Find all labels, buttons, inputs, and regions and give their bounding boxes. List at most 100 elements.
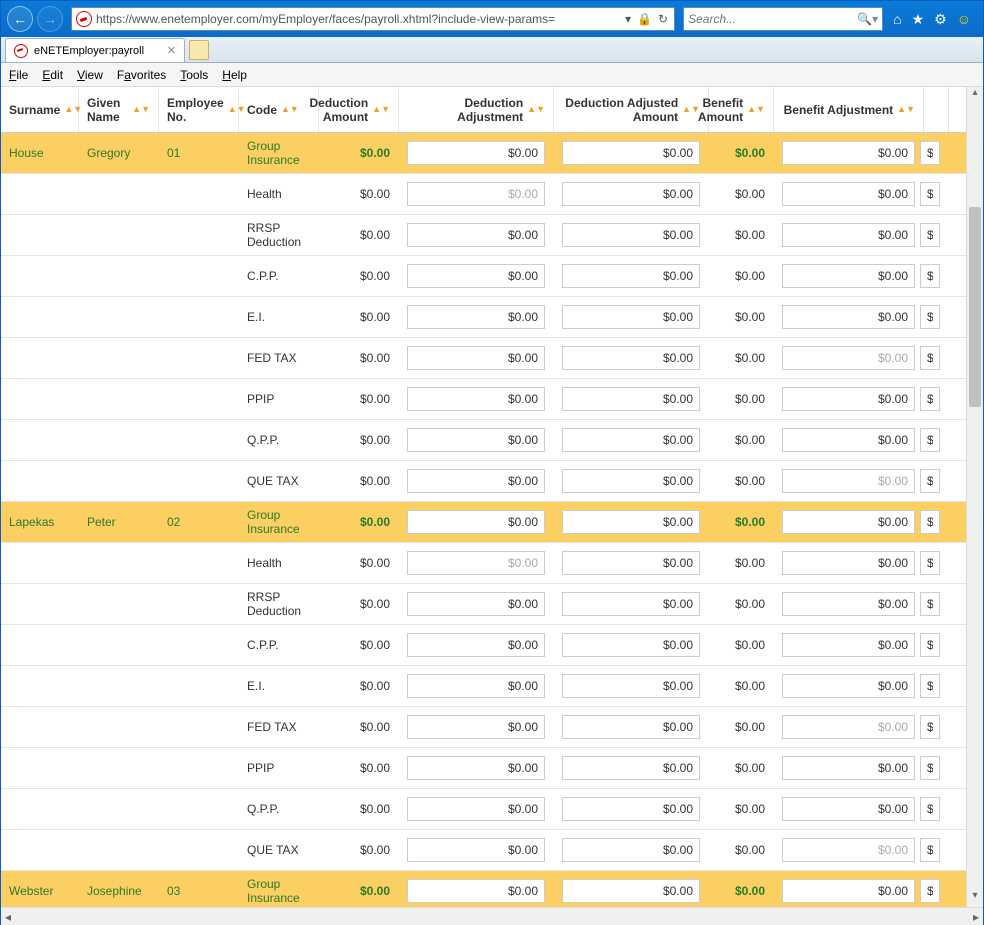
- amount-input[interactable]: [407, 674, 545, 698]
- amount-input[interactable]: [407, 305, 545, 329]
- scroll-up-icon[interactable]: ▴: [967, 87, 983, 104]
- edge-input[interactable]: [920, 797, 940, 821]
- forward-button[interactable]: →: [37, 6, 63, 32]
- amount-input[interactable]: [562, 305, 700, 329]
- refresh-icon[interactable]: ↻: [658, 12, 668, 26]
- amount-input[interactable]: [562, 223, 700, 247]
- amount-input[interactable]: [407, 264, 545, 288]
- amount-input[interactable]: [782, 305, 915, 329]
- amount-input[interactable]: [407, 838, 545, 862]
- url-input[interactable]: [92, 12, 621, 26]
- col-surname[interactable]: Surname▲▼: [1, 87, 79, 132]
- edge-input[interactable]: [920, 756, 940, 780]
- edge-input[interactable]: [920, 592, 940, 616]
- amount-input[interactable]: [562, 551, 700, 575]
- amount-input[interactable]: [562, 879, 700, 903]
- edge-input[interactable]: [920, 387, 940, 411]
- edge-input[interactable]: [920, 428, 940, 452]
- edge-input[interactable]: [920, 838, 940, 862]
- settings-icon[interactable]: ⚙: [934, 11, 947, 28]
- col-code[interactable]: Code▲▼: [239, 87, 319, 132]
- amount-input[interactable]: [782, 387, 915, 411]
- amount-input[interactable]: [782, 182, 915, 206]
- amount-input[interactable]: [562, 797, 700, 821]
- amount-input[interactable]: [562, 264, 700, 288]
- menu-tools[interactable]: Tools: [180, 68, 208, 82]
- amount-input[interactable]: [562, 838, 700, 862]
- amount-input[interactable]: [407, 510, 545, 534]
- amount-input[interactable]: [562, 428, 700, 452]
- employee-group-row[interactable]: LapekasPeter02Group Insurance$0.00$0.00: [1, 502, 966, 543]
- edge-input[interactable]: [920, 346, 940, 370]
- back-button[interactable]: ←: [7, 6, 33, 32]
- amount-input[interactable]: [562, 674, 700, 698]
- amount-input[interactable]: [562, 633, 700, 657]
- col-employee-no[interactable]: Employee No.▲▼: [159, 87, 239, 132]
- edge-input[interactable]: [920, 141, 940, 165]
- smiley-icon[interactable]: ☺: [957, 11, 971, 28]
- amount-input[interactable]: [407, 633, 545, 657]
- amount-input[interactable]: [782, 264, 915, 288]
- amount-input[interactable]: [407, 879, 545, 903]
- col-given-name[interactable]: Given Name▲▼: [79, 87, 159, 132]
- new-tab-button[interactable]: [189, 40, 209, 60]
- scroll-right-icon[interactable]: ▸: [973, 910, 979, 924]
- search-bar[interactable]: 🔍▾: [683, 7, 883, 31]
- menu-view[interactable]: View: [77, 68, 103, 82]
- amount-input[interactable]: [407, 715, 545, 739]
- col-benefit-amount[interactable]: Benefit Amount▲▼: [709, 87, 774, 132]
- amount-input[interactable]: [782, 592, 915, 616]
- edge-input[interactable]: [920, 469, 940, 493]
- amount-input[interactable]: [407, 797, 545, 821]
- amount-input[interactable]: [407, 551, 545, 575]
- menu-file[interactable]: File: [9, 68, 28, 82]
- amount-input[interactable]: [407, 469, 545, 493]
- search-input[interactable]: [688, 12, 857, 26]
- horizontal-scrollbar[interactable]: ◂ ▸: [1, 907, 983, 925]
- amount-input[interactable]: [782, 551, 915, 575]
- amount-input[interactable]: [407, 428, 545, 452]
- amount-input[interactable]: [782, 797, 915, 821]
- tab-close-icon[interactable]: ✕: [167, 44, 176, 57]
- scroll-thumb[interactable]: [969, 207, 981, 407]
- edge-input[interactable]: [920, 223, 940, 247]
- col-deduction-adjusted-amount[interactable]: Deduction Adjusted Amount▲▼: [554, 87, 709, 132]
- home-icon[interactable]: ⌂: [893, 11, 901, 28]
- amount-input[interactable]: [782, 346, 915, 370]
- amount-input[interactable]: [562, 141, 700, 165]
- amount-input[interactable]: [562, 510, 700, 534]
- edge-input[interactable]: [920, 264, 940, 288]
- menu-help[interactable]: Help: [222, 68, 247, 82]
- amount-input[interactable]: [782, 510, 915, 534]
- edge-input[interactable]: [920, 551, 940, 575]
- browser-tab[interactable]: eNETEmployer:payroll ✕: [5, 38, 185, 62]
- edge-input[interactable]: [920, 715, 940, 739]
- col-deduction-adjustment[interactable]: Deduction Adjustment▲▼: [399, 87, 554, 132]
- edge-input[interactable]: [920, 879, 940, 903]
- amount-input[interactable]: [407, 141, 545, 165]
- amount-input[interactable]: [562, 756, 700, 780]
- address-bar[interactable]: ▾ 🔒 ↻: [71, 7, 675, 31]
- amount-input[interactable]: [782, 715, 915, 739]
- amount-input[interactable]: [782, 838, 915, 862]
- amount-input[interactable]: [782, 141, 915, 165]
- amount-input[interactable]: [562, 346, 700, 370]
- amount-input[interactable]: [782, 674, 915, 698]
- scroll-left-icon[interactable]: ◂: [5, 910, 11, 924]
- amount-input[interactable]: [782, 469, 915, 493]
- edge-input[interactable]: [920, 510, 940, 534]
- amount-input[interactable]: [562, 469, 700, 493]
- vertical-scrollbar[interactable]: ▴ ▾: [966, 87, 983, 907]
- favorites-icon[interactable]: ★: [912, 11, 925, 28]
- col-deduction-amount[interactable]: Deduction Amount▲▼: [319, 87, 399, 132]
- amount-input[interactable]: [562, 592, 700, 616]
- col-benefit-adjustment[interactable]: Benefit Adjustment▲▼: [774, 87, 924, 132]
- amount-input[interactable]: [782, 879, 915, 903]
- amount-input[interactable]: [782, 633, 915, 657]
- edge-input[interactable]: [920, 305, 940, 329]
- amount-input[interactable]: [407, 387, 545, 411]
- amount-input[interactable]: [407, 592, 545, 616]
- amount-input[interactable]: [407, 756, 545, 780]
- amount-input[interactable]: [782, 223, 915, 247]
- dropdown-icon[interactable]: ▾: [625, 12, 631, 26]
